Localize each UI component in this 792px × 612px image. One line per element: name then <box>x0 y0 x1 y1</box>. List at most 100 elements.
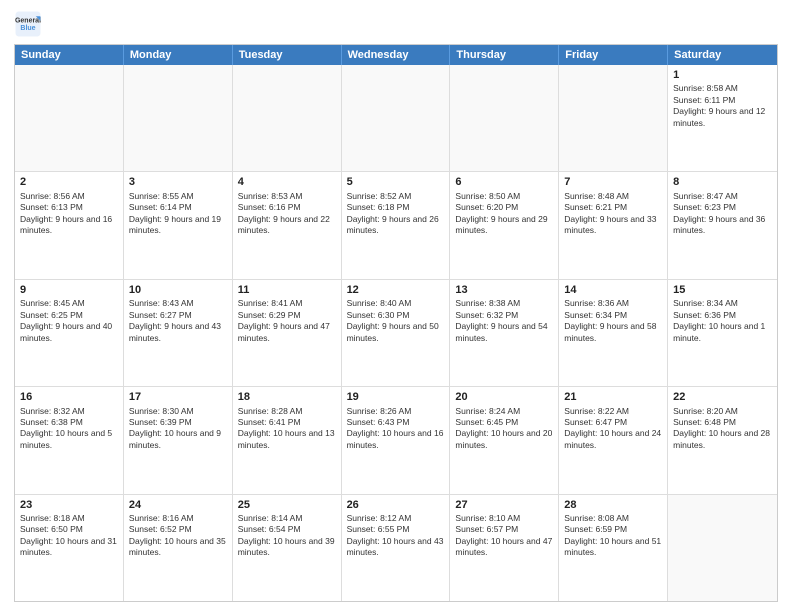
day-number: 4 <box>238 175 336 189</box>
day-number: 20 <box>455 390 553 404</box>
calendar-header-cell: Sunday <box>15 45 124 65</box>
calendar-cell: 4 Sunrise: 8:53 AM Sunset: 6:16 PM Daylig… <box>233 172 342 278</box>
day-number: 26 <box>347 498 445 512</box>
calendar-cell: 5 Sunrise: 8:52 AM Sunset: 6:18 PM Daylig… <box>342 172 451 278</box>
calendar-cell <box>15 65 124 171</box>
day-number: 22 <box>673 390 772 404</box>
day-detail: Sunrise: 8:58 AM Sunset: 6:11 PM Dayligh… <box>673 83 772 129</box>
calendar-header-cell: Monday <box>124 45 233 65</box>
day-detail: Sunrise: 8:34 AM Sunset: 6:36 PM Dayligh… <box>673 298 772 344</box>
day-number: 9 <box>20 283 118 297</box>
calendar-header: SundayMondayTuesdayWednesdayThursdayFrid… <box>15 45 777 65</box>
day-detail: Sunrise: 8:36 AM Sunset: 6:34 PM Dayligh… <box>564 298 662 344</box>
calendar-cell: 22 Sunrise: 8:20 AM Sunset: 6:48 PM Dayli… <box>668 387 777 493</box>
calendar-cell: 2 Sunrise: 8:56 AM Sunset: 6:13 PM Daylig… <box>15 172 124 278</box>
calendar-cell: 8 Sunrise: 8:47 AM Sunset: 6:23 PM Daylig… <box>668 172 777 278</box>
day-number: 15 <box>673 283 772 297</box>
calendar-week-row: 16Sunrise: 8:32 AM Sunset: 6:38 PM Dayli… <box>15 387 777 494</box>
calendar-cell: 25Sunrise: 8:14 AM Sunset: 6:54 PM Dayli… <box>233 495 342 601</box>
day-detail: Sunrise: 8:24 AM Sunset: 6:45 PM Dayligh… <box>455 406 553 452</box>
calendar-week-row: 2 Sunrise: 8:56 AM Sunset: 6:13 PM Daylig… <box>15 172 777 279</box>
day-number: 14 <box>564 283 662 297</box>
day-detail: Sunrise: 8:08 AM Sunset: 6:59 PM Dayligh… <box>564 513 662 559</box>
svg-text:Blue: Blue <box>20 25 35 32</box>
day-detail: Sunrise: 8:48 AM Sunset: 6:21 PM Dayligh… <box>564 191 662 237</box>
calendar-cell: 18 Sunrise: 8:28 AM Sunset: 6:41 PM Dayli… <box>233 387 342 493</box>
calendar-cell: 21 Sunrise: 8:22 AM Sunset: 6:47 PM Dayli… <box>559 387 668 493</box>
day-detail: Sunrise: 8:14 AM Sunset: 6:54 PM Dayligh… <box>238 513 336 559</box>
day-detail: Sunrise: 8:12 AM Sunset: 6:55 PM Dayligh… <box>347 513 445 559</box>
calendar-cell: 16Sunrise: 8:32 AM Sunset: 6:38 PM Dayli… <box>15 387 124 493</box>
header: General Blue <box>14 10 778 38</box>
calendar-cell: 3 Sunrise: 8:55 AM Sunset: 6:14 PM Daylig… <box>124 172 233 278</box>
calendar-header-cell: Wednesday <box>342 45 451 65</box>
day-number: 8 <box>673 175 772 189</box>
day-number: 17 <box>129 390 227 404</box>
calendar-cell <box>233 65 342 171</box>
day-number: 28 <box>564 498 662 512</box>
calendar-cell: 9Sunrise: 8:45 AM Sunset: 6:25 PM Daylig… <box>15 280 124 386</box>
day-detail: Sunrise: 8:47 AM Sunset: 6:23 PM Dayligh… <box>673 191 772 237</box>
day-number: 21 <box>564 390 662 404</box>
calendar-cell: 11Sunrise: 8:41 AM Sunset: 6:29 PM Dayli… <box>233 280 342 386</box>
day-detail: Sunrise: 8:22 AM Sunset: 6:47 PM Dayligh… <box>564 406 662 452</box>
day-detail: Sunrise: 8:52 AM Sunset: 6:18 PM Dayligh… <box>347 191 445 237</box>
calendar-cell: 1Sunrise: 8:58 AM Sunset: 6:11 PM Daylig… <box>668 65 777 171</box>
day-detail: Sunrise: 8:38 AM Sunset: 6:32 PM Dayligh… <box>455 298 553 344</box>
day-number: 19 <box>347 390 445 404</box>
calendar: SundayMondayTuesdayWednesdayThursdayFrid… <box>14 44 778 602</box>
day-number: 27 <box>455 498 553 512</box>
day-detail: Sunrise: 8:28 AM Sunset: 6:41 PM Dayligh… <box>238 406 336 452</box>
calendar-cell <box>450 65 559 171</box>
calendar-cell: 20 Sunrise: 8:24 AM Sunset: 6:45 PM Dayli… <box>450 387 559 493</box>
day-detail: Sunrise: 8:55 AM Sunset: 6:14 PM Dayligh… <box>129 191 227 237</box>
calendar-week-row: 1Sunrise: 8:58 AM Sunset: 6:11 PM Daylig… <box>15 65 777 172</box>
day-detail: Sunrise: 8:18 AM Sunset: 6:50 PM Dayligh… <box>20 513 118 559</box>
day-number: 13 <box>455 283 553 297</box>
calendar-cell: 13Sunrise: 8:38 AM Sunset: 6:32 PM Dayli… <box>450 280 559 386</box>
day-detail: Sunrise: 8:53 AM Sunset: 6:16 PM Dayligh… <box>238 191 336 237</box>
calendar-cell: 19 Sunrise: 8:26 AM Sunset: 6:43 PM Dayli… <box>342 387 451 493</box>
calendar-cell: 10Sunrise: 8:43 AM Sunset: 6:27 PM Dayli… <box>124 280 233 386</box>
calendar-cell <box>342 65 451 171</box>
day-detail: Sunrise: 8:10 AM Sunset: 6:57 PM Dayligh… <box>455 513 553 559</box>
day-number: 5 <box>347 175 445 189</box>
logo: General Blue <box>14 10 42 38</box>
page: General Blue SundayMondayTuesdayWednesda… <box>0 0 792 612</box>
day-number: 1 <box>673 68 772 82</box>
day-number: 12 <box>347 283 445 297</box>
day-detail: Sunrise: 8:56 AM Sunset: 6:13 PM Dayligh… <box>20 191 118 237</box>
day-detail: Sunrise: 8:30 AM Sunset: 6:39 PM Dayligh… <box>129 406 227 452</box>
calendar-cell: 12Sunrise: 8:40 AM Sunset: 6:30 PM Dayli… <box>342 280 451 386</box>
calendar-header-cell: Thursday <box>450 45 559 65</box>
day-detail: Sunrise: 8:26 AM Sunset: 6:43 PM Dayligh… <box>347 406 445 452</box>
day-detail: Sunrise: 8:45 AM Sunset: 6:25 PM Dayligh… <box>20 298 118 344</box>
calendar-cell: 26Sunrise: 8:12 AM Sunset: 6:55 PM Dayli… <box>342 495 451 601</box>
calendar-cell: 6Sunrise: 8:50 AM Sunset: 6:20 PM Daylig… <box>450 172 559 278</box>
day-number: 3 <box>129 175 227 189</box>
calendar-cell: 15Sunrise: 8:34 AM Sunset: 6:36 PM Dayli… <box>668 280 777 386</box>
day-number: 11 <box>238 283 336 297</box>
svg-text:General: General <box>15 17 41 24</box>
calendar-cell: 17 Sunrise: 8:30 AM Sunset: 6:39 PM Dayli… <box>124 387 233 493</box>
calendar-header-cell: Tuesday <box>233 45 342 65</box>
day-number: 10 <box>129 283 227 297</box>
calendar-header-cell: Saturday <box>668 45 777 65</box>
calendar-week-row: 9Sunrise: 8:45 AM Sunset: 6:25 PM Daylig… <box>15 280 777 387</box>
calendar-cell: 23Sunrise: 8:18 AM Sunset: 6:50 PM Dayli… <box>15 495 124 601</box>
day-number: 18 <box>238 390 336 404</box>
day-detail: Sunrise: 8:41 AM Sunset: 6:29 PM Dayligh… <box>238 298 336 344</box>
calendar-cell <box>559 65 668 171</box>
calendar-week-row: 23Sunrise: 8:18 AM Sunset: 6:50 PM Dayli… <box>15 495 777 601</box>
day-detail: Sunrise: 8:40 AM Sunset: 6:30 PM Dayligh… <box>347 298 445 344</box>
day-number: 6 <box>455 175 553 189</box>
logo-icon: General Blue <box>14 10 42 38</box>
calendar-cell <box>124 65 233 171</box>
calendar-cell: 7Sunrise: 8:48 AM Sunset: 6:21 PM Daylig… <box>559 172 668 278</box>
day-number: 24 <box>129 498 227 512</box>
day-detail: Sunrise: 8:20 AM Sunset: 6:48 PM Dayligh… <box>673 406 772 452</box>
day-detail: Sunrise: 8:16 AM Sunset: 6:52 PM Dayligh… <box>129 513 227 559</box>
calendar-header-cell: Friday <box>559 45 668 65</box>
day-number: 2 <box>20 175 118 189</box>
day-detail: Sunrise: 8:32 AM Sunset: 6:38 PM Dayligh… <box>20 406 118 452</box>
